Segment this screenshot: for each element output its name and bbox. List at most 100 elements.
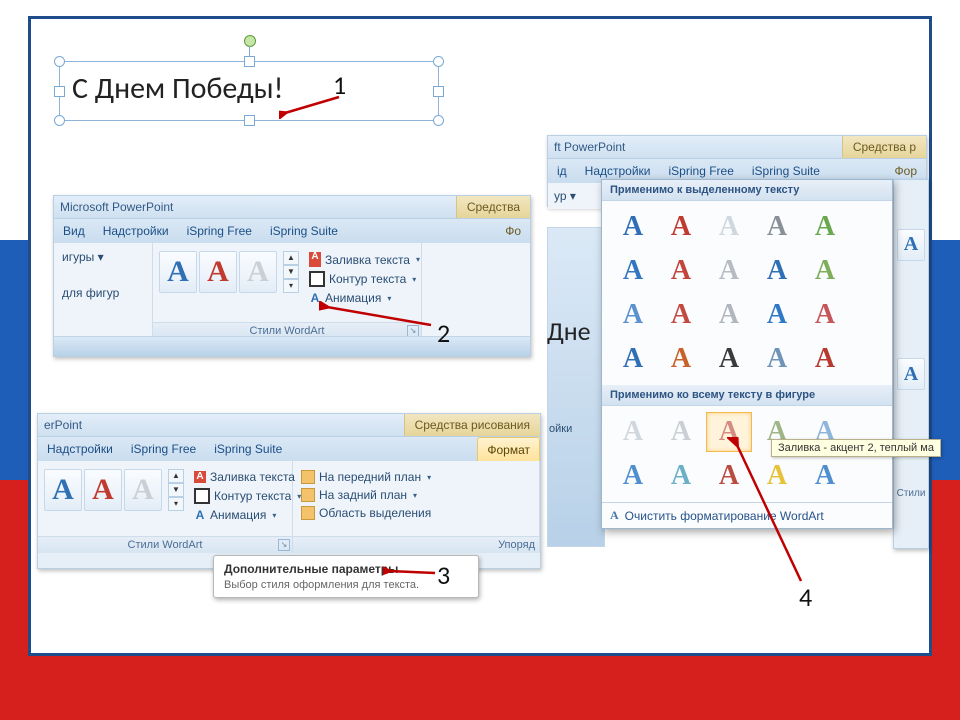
text-fill-label: Заливка текста bbox=[325, 253, 410, 267]
wordart-style-option[interactable]: А bbox=[658, 251, 704, 291]
tab-addins[interactable]: Надстройки bbox=[94, 219, 178, 243]
wordart-style-option[interactable]: А bbox=[754, 456, 800, 496]
wordart-style-option[interactable]: А bbox=[706, 295, 752, 335]
wordart-style-option[interactable]: А bbox=[706, 412, 752, 452]
tab-view[interactable]: Вид bbox=[54, 219, 94, 243]
handle-b[interactable] bbox=[244, 115, 255, 126]
gallery-down-3[interactable]: ▼ bbox=[168, 483, 184, 497]
wordart-style-option[interactable]: А bbox=[706, 456, 752, 496]
panel4-right-strip: A A Стили bbox=[893, 179, 929, 549]
panel2-context-tab: Средства bbox=[456, 196, 530, 218]
wa3-3[interactable]: A bbox=[124, 469, 162, 511]
wordart-style-option[interactable]: А bbox=[802, 207, 848, 247]
wordart-style-option[interactable]: А bbox=[802, 339, 848, 379]
wordart-style-option[interactable]: А bbox=[610, 207, 656, 247]
rs-a2[interactable]: A bbox=[897, 358, 925, 390]
wa-style-3[interactable]: A bbox=[239, 251, 277, 293]
wordart-style-option[interactable]: А bbox=[754, 207, 800, 247]
group-dialog-launcher-3[interactable]: ↘ bbox=[278, 539, 290, 551]
wordart-style-option[interactable]: А bbox=[754, 295, 800, 335]
wordart-style-option[interactable]: А bbox=[706, 251, 752, 291]
btn-for-shapes-cut[interactable]: для фигур bbox=[60, 285, 146, 301]
wordart-style-option[interactable]: А bbox=[610, 339, 656, 379]
btn-text-fill-3[interactable]: AЗаливка текста▾ bbox=[192, 469, 307, 485]
wordart-style-option[interactable]: А bbox=[658, 339, 704, 379]
label-2: 2 bbox=[437, 317, 450, 349]
behind-addins-short: ойки bbox=[549, 423, 572, 435]
wordart-style-option[interactable]: А bbox=[658, 456, 704, 496]
wordart-dropdown: Применимо к выделенному тексту ААААААААА… bbox=[601, 179, 893, 529]
wordart-style-option[interactable]: А bbox=[802, 251, 848, 291]
tab-ispring-suite[interactable]: iSpring Suite bbox=[261, 219, 347, 243]
gallery-up-3[interactable]: ▲ bbox=[168, 469, 184, 483]
dd-grid-1: АААААААААААААААААААА bbox=[602, 201, 892, 385]
wordart-style-option[interactable]: А bbox=[802, 295, 848, 335]
wordart-gallery-3: A A A bbox=[44, 469, 162, 511]
panel-2: Microsoft PowerPoint Средства Вид Надстр… bbox=[53, 195, 531, 357]
tab-view-4[interactable]: ід bbox=[548, 159, 576, 183]
btn-bring-front[interactable]: На передний план▾ bbox=[299, 469, 533, 485]
tab-addins-3[interactable]: Надстройки bbox=[38, 437, 122, 461]
gallery-more[interactable]: ▾ bbox=[283, 279, 299, 293]
btn-selection-pane[interactable]: Область выделения bbox=[299, 505, 533, 521]
rs-styles: Стили bbox=[897, 488, 926, 499]
dd-header-1: Применимо к выделенному тексту bbox=[602, 180, 892, 201]
wordart-style-option[interactable]: А bbox=[610, 412, 656, 452]
wordart-style-option[interactable]: А bbox=[610, 456, 656, 496]
gallery-scroll-3: ▲ ▼ ▾ bbox=[168, 469, 184, 511]
btn-text-fill[interactable]: AЗаливка текста▾ bbox=[307, 251, 422, 268]
wordart-style-option[interactable]: А bbox=[610, 251, 656, 291]
tf3: Заливка текста bbox=[210, 470, 295, 484]
textbox-text: С Днем Победы! bbox=[72, 70, 283, 107]
rotate-handle[interactable] bbox=[244, 35, 256, 47]
gallery-up[interactable]: ▲ bbox=[283, 251, 299, 265]
btn-animation-3[interactable]: AАнимация▾ bbox=[192, 507, 307, 523]
btn-animation[interactable]: AАнимация▾ bbox=[307, 290, 422, 306]
btn-shapes-4[interactable]: ур ▾ bbox=[548, 183, 582, 209]
gallery-more-3[interactable]: ▾ bbox=[168, 497, 184, 511]
wa-style-2[interactable]: A bbox=[199, 251, 237, 293]
handle-br[interactable] bbox=[433, 115, 444, 126]
group-shapes-left: игуры ▾ для фигур bbox=[54, 243, 153, 339]
gallery-down[interactable]: ▼ bbox=[283, 265, 299, 279]
dd-clear[interactable]: A Очистить форматирование WordArt bbox=[602, 502, 892, 528]
tab-ispring-suite-3[interactable]: iSpring Suite bbox=[205, 437, 291, 461]
handle-tr[interactable] bbox=[433, 56, 444, 67]
panel2-ribbon: игуры ▾ для фигур A A A ▲ ▼ ▾ bbox=[54, 243, 530, 339]
slide-frame: С Днем Победы! 1 Microsoft PowerPoint Ср… bbox=[28, 16, 932, 656]
tab-format-cut[interactable]: Фо bbox=[496, 219, 530, 243]
handle-tl[interactable] bbox=[54, 56, 65, 67]
tab-ispring-free[interactable]: iSpring Free bbox=[178, 219, 261, 243]
tab-format-3[interactable]: Формат bbox=[477, 437, 540, 462]
handle-r[interactable] bbox=[433, 86, 444, 97]
wordart-style-option[interactable]: А bbox=[658, 412, 704, 452]
rs-a1[interactable]: A bbox=[897, 229, 925, 261]
btn-text-outline-3[interactable]: Контур текста▾ bbox=[192, 487, 307, 505]
tab-ispring-free-3[interactable]: iSpring Free bbox=[122, 437, 205, 461]
handle-bl[interactable] bbox=[54, 115, 65, 126]
wa3-1[interactable]: A bbox=[44, 469, 82, 511]
wordart-style-option[interactable]: А bbox=[706, 207, 752, 247]
panel4-app-title: ft PowerPoint bbox=[554, 136, 625, 158]
btn-send-back[interactable]: На задний план▾ bbox=[299, 487, 533, 503]
panel3-app-title: erPoint bbox=[44, 414, 82, 436]
wordart-style-option[interactable]: А bbox=[658, 207, 704, 247]
btn-text-outline[interactable]: Контур текста▾ bbox=[307, 270, 422, 288]
panel-3: erPoint Средства рисования Надстройки iS… bbox=[37, 413, 541, 569]
clear-icon: A bbox=[610, 508, 619, 523]
wa3-2[interactable]: A bbox=[84, 469, 122, 511]
sb: На задний план bbox=[319, 488, 407, 502]
btn-shapes-cut[interactable]: игуры ▾ bbox=[60, 249, 146, 265]
wordart-style-option[interactable]: А bbox=[754, 339, 800, 379]
handle-t[interactable] bbox=[244, 56, 255, 67]
handle-l[interactable] bbox=[54, 86, 65, 97]
wordart-style-option[interactable]: А bbox=[802, 456, 848, 496]
panel3-context-tab: Средства рисования bbox=[404, 414, 540, 436]
wordart-style-option[interactable]: А bbox=[706, 339, 752, 379]
wordart-style-option[interactable]: А bbox=[754, 251, 800, 291]
wordart-style-option[interactable]: А bbox=[658, 295, 704, 335]
wordart-style-option[interactable]: А bbox=[610, 295, 656, 335]
bf: На передний план bbox=[319, 470, 421, 484]
textbox[interactable]: С Днем Победы! bbox=[59, 61, 439, 121]
wa-style-1[interactable]: A bbox=[159, 251, 197, 293]
